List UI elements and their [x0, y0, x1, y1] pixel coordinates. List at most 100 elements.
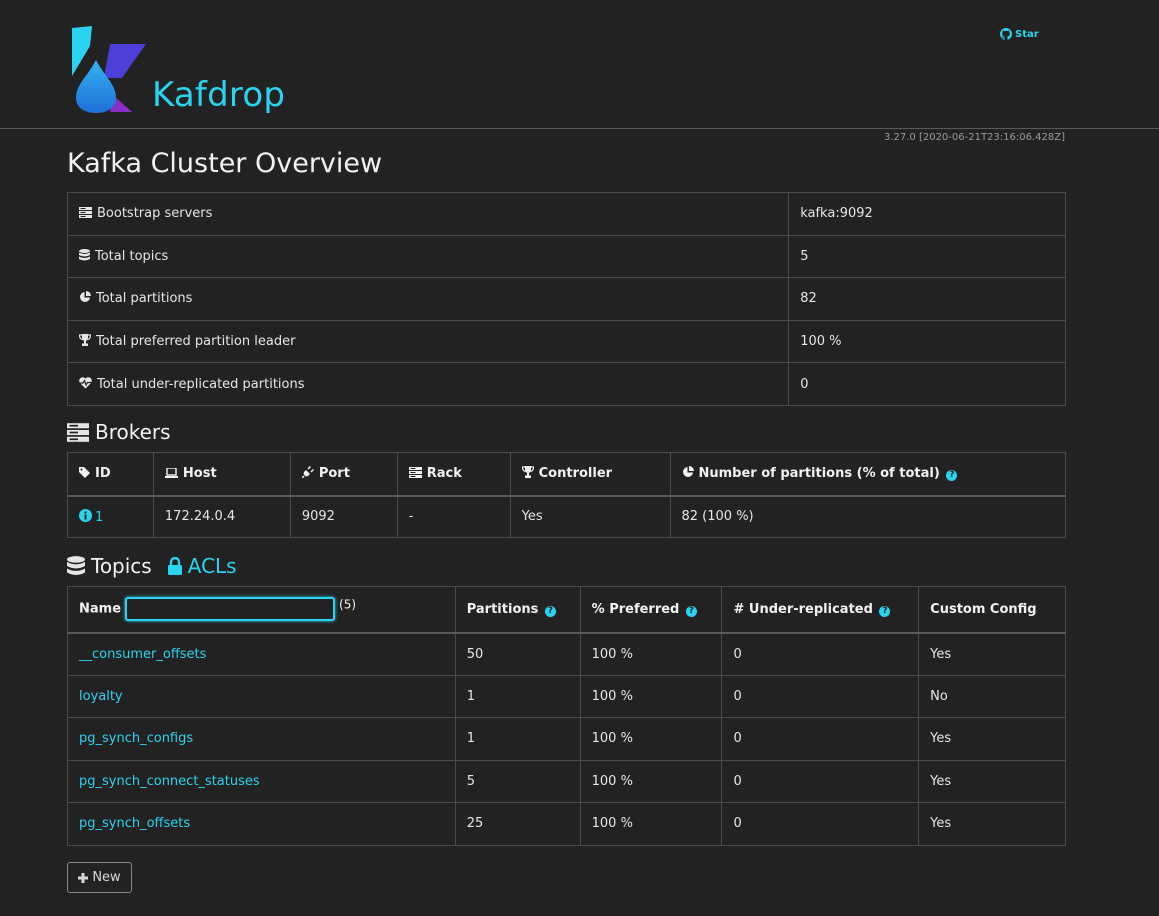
pie-chart-icon: [80, 291, 91, 303]
overview-value: kafka:9092: [788, 192, 1066, 236]
database-icon: [79, 248, 90, 261]
help-icon[interactable]: ?: [544, 605, 556, 617]
topic-preferred: 100 %: [579, 674, 723, 718]
brokers-heading: Brokers: [67, 420, 171, 444]
broker-detail-link[interactable]: 1: [79, 508, 104, 525]
topic-preferred: 100 %: [579, 759, 723, 803]
topic-link[interactable]: __consumer_offsets: [79, 647, 206, 662]
page-header: Kafdrop Star: [0, 0, 1159, 129]
broker-host: 172.24.0.4: [152, 495, 291, 538]
topic-custom-config: No: [918, 674, 1066, 718]
topic-row: pg_synch_connect_statuses 5 100 % 0 Yes: [67, 759, 1066, 803]
overview-label-cell: Total partitions: [66, 277, 790, 321]
col-header-rack[interactable]: Rack: [396, 452, 511, 497]
overview-label-cell: Total topics: [66, 234, 790, 279]
col-header-partitions[interactable]: Number of partitions (% of total) ?: [669, 452, 1066, 497]
new-topic-label: New: [92, 870, 121, 885]
topic-under-replicated: 0: [721, 717, 920, 761]
broker-partitions: 82 (100 %): [669, 495, 1066, 538]
col-header-port-label: Port: [318, 466, 350, 482]
lock-icon: [167, 557, 182, 575]
col-header-partitions-label: Partitions: [466, 601, 539, 617]
version-label: 3.27.0 [2020-06-21T23:16:06.428Z]: [883, 132, 1065, 143]
brokers-table: ID Host Port Rack Controller Number of p…: [67, 452, 1066, 538]
topic-link[interactable]: pg_synch_connect_statuses: [79, 774, 260, 789]
overview-label-cell: Total under-replicated partitions: [66, 362, 790, 406]
topic-name-cell: pg_synch_connect_statuses: [67, 759, 456, 803]
topics-header-row: Name (5) Partitions ? % Preferred ? # Und…: [67, 586, 1066, 634]
topic-partitions: 25: [454, 802, 581, 846]
tag-icon: [79, 467, 90, 479]
topic-preferred: 100 %: [579, 717, 723, 761]
col-header-under-replicated[interactable]: # Under-replicated ?: [721, 586, 920, 634]
topic-preferred: 100 %: [579, 632, 723, 676]
broker-controller: Yes: [509, 495, 671, 538]
col-header-rack-label: Rack: [426, 466, 462, 482]
col-header-id-label: ID: [95, 466, 111, 482]
col-header-custom-config[interactable]: Custom Config: [918, 586, 1066, 634]
info-circle-icon: [79, 508, 92, 522]
col-header-preferred-label: % Preferred: [591, 601, 680, 617]
topics-table: Name (5) Partitions ? % Preferred ? # Und…: [67, 586, 1066, 846]
acls-link[interactable]: ACLs: [167, 554, 237, 578]
topic-custom-config: Yes: [918, 802, 1066, 846]
help-icon[interactable]: ?: [685, 605, 697, 617]
col-header-partitions[interactable]: Partitions ?: [454, 586, 581, 634]
topic-link[interactable]: loyalty: [79, 689, 123, 704]
topic-filter-input[interactable]: [125, 597, 336, 622]
kafdrop-logo[interactable]: [70, 26, 150, 116]
topic-under-replicated: 0: [721, 802, 920, 846]
heartbeat-icon: [79, 376, 92, 389]
col-header-host-label: Host: [182, 466, 217, 482]
brand-title[interactable]: Kafdrop: [152, 75, 285, 115]
topic-under-replicated: 0: [721, 632, 920, 676]
overview-label: Total under-replicated partitions: [97, 376, 305, 392]
overview-value: 0: [788, 362, 1066, 406]
col-header-id[interactable]: ID: [67, 452, 154, 497]
broker-rack: -: [396, 495, 511, 538]
github-star-button[interactable]: Star: [1000, 28, 1039, 40]
overview-row-under-replicated: Total under-replicated partitions 0: [66, 362, 1066, 406]
page-title: Kafka Cluster Overview: [67, 148, 383, 179]
topic-link[interactable]: pg_synch_offsets: [79, 816, 190, 831]
topic-row: __consumer_offsets 50 100 % 0 Yes: [67, 632, 1066, 676]
topic-custom-config: Yes: [918, 759, 1066, 803]
col-header-under-replicated-label: # Under-replicated: [733, 601, 873, 617]
col-header-name: Name (5): [67, 586, 456, 634]
help-icon[interactable]: ?: [946, 470, 958, 482]
overview-value: 82: [788, 277, 1066, 321]
database-icon: [67, 556, 85, 575]
overview-label-cell: Total preferred partition leader: [66, 319, 790, 364]
topic-row: loyalty 1 100 % 0 No: [67, 674, 1066, 718]
col-header-controller[interactable]: Controller: [509, 452, 671, 497]
overview-row-partitions: Total partitions 82: [66, 277, 1066, 321]
col-header-port[interactable]: Port: [289, 452, 398, 497]
topic-preferred: 100 %: [579, 802, 723, 846]
broker-id: 1: [95, 509, 104, 525]
trophy-icon: [79, 334, 91, 347]
plus-icon: [78, 872, 89, 883]
topic-row: pg_synch_offsets 25 100 % 0 Yes: [67, 802, 1066, 846]
topic-partitions: 50: [454, 632, 581, 676]
overview-value: 5: [788, 234, 1066, 279]
topic-name-cell: pg_synch_offsets: [67, 802, 456, 846]
help-icon[interactable]: ?: [879, 605, 891, 617]
plug-icon: [301, 466, 314, 479]
overview-row-topics: Total topics 5: [66, 234, 1066, 279]
server-icon: [408, 467, 422, 479]
topic-count: (5): [339, 597, 357, 612]
topics-heading: Topics ACLs: [67, 554, 237, 578]
col-header-preferred[interactable]: % Preferred ?: [579, 586, 723, 634]
overview-value: 100 %: [788, 319, 1066, 364]
cluster-overview-table: Bootstrap servers kafka:9092 Total topic…: [66, 192, 1066, 406]
topic-under-replicated: 0: [721, 674, 920, 718]
new-topic-button[interactable]: New: [67, 862, 132, 893]
overview-label-cell: Bootstrap servers: [66, 192, 790, 236]
server-icon: [79, 207, 92, 219]
topic-name-cell: loyalty: [67, 674, 456, 718]
overview-row-bootstrap: Bootstrap servers kafka:9092: [66, 192, 1066, 236]
col-header-host[interactable]: Host: [152, 452, 291, 497]
topic-link[interactable]: pg_synch_configs: [79, 731, 193, 746]
col-header-name-label[interactable]: Name: [79, 602, 121, 617]
topic-partitions: 5: [454, 759, 581, 803]
